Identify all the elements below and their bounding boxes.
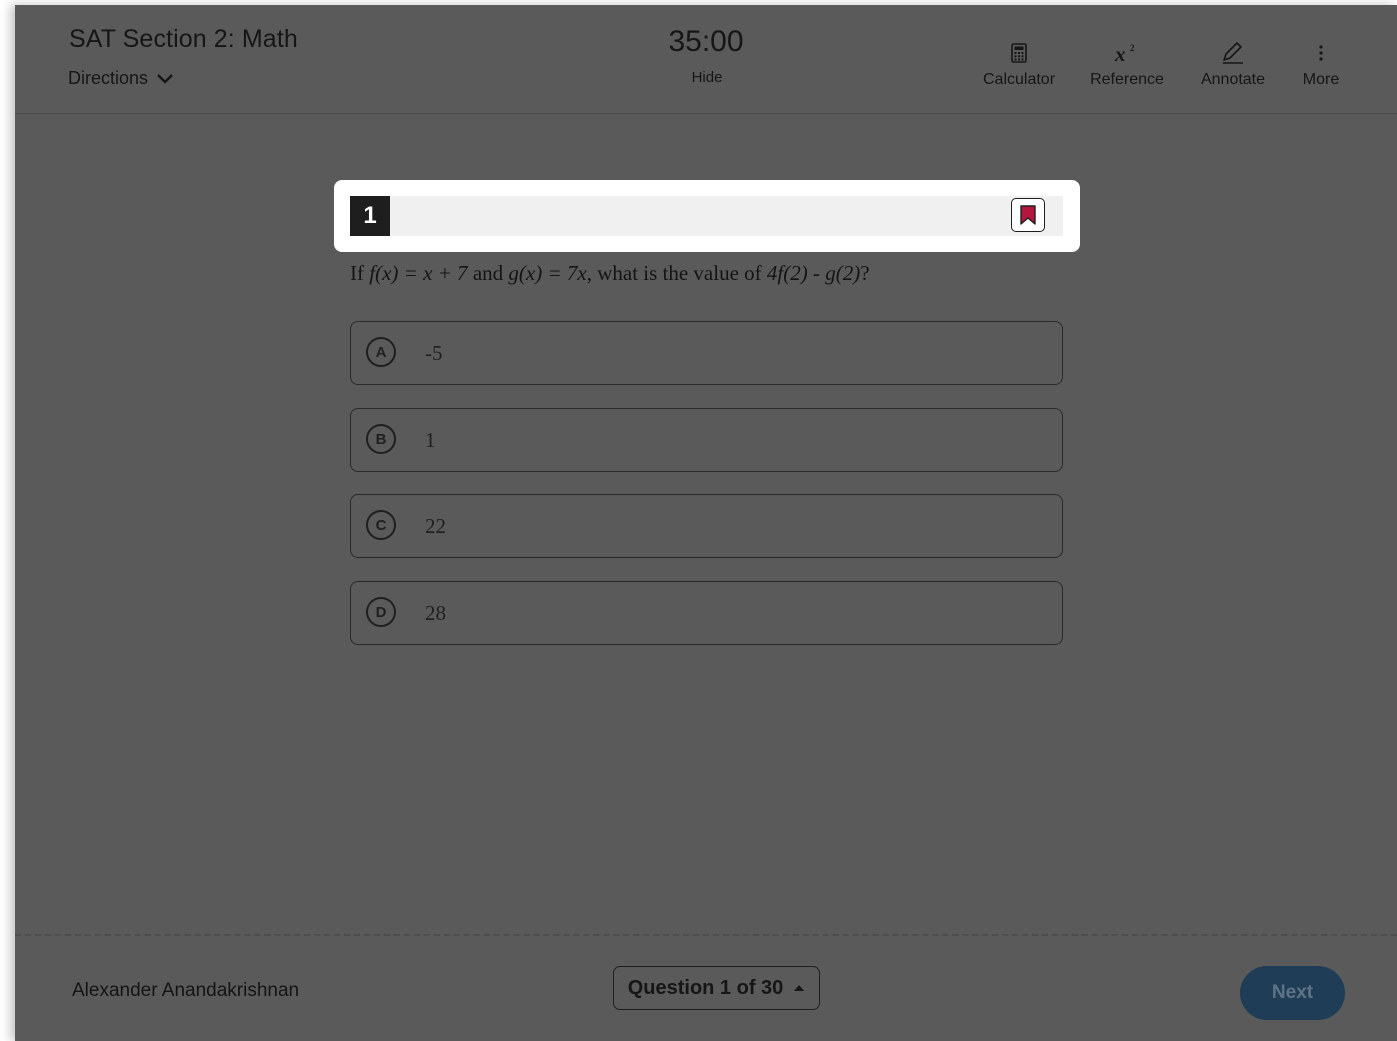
answer-choice-d[interactable]: D 28	[350, 581, 1063, 645]
mark-for-review-button[interactable]	[1011, 198, 1045, 232]
bookmark-icon	[1020, 205, 1036, 225]
student-name: Alexander Anandakrishnan	[72, 980, 300, 1001]
choice-text: 28	[425, 601, 446, 625]
hide-timer-button[interactable]: Hide	[675, 69, 739, 86]
stem-text: , what is the value of	[586, 261, 767, 285]
annotate-button[interactable]: Annotate	[1195, 39, 1271, 89]
more-button[interactable]: More	[1295, 39, 1347, 89]
choice-letter: D	[366, 597, 396, 627]
choice-letter: A	[366, 337, 396, 367]
choice-text: -5	[425, 341, 443, 365]
svg-text:x: x	[1114, 42, 1126, 65]
header: SAT Section 2: Math Directions 35:00 Hid…	[15, 5, 1397, 114]
stem-text: and	[467, 261, 509, 285]
caret-up-icon	[794, 985, 805, 991]
more-vertical-icon	[1319, 45, 1323, 61]
choice-letter: C	[366, 510, 396, 540]
calculator-button[interactable]: Calculator	[977, 39, 1061, 89]
question-header-card: 1	[334, 180, 1080, 252]
calculator-label: Calculator	[982, 71, 1056, 88]
annotate-label: Annotate	[1200, 71, 1266, 88]
question-header-bar: 1	[350, 196, 1063, 236]
stem-text: ?	[860, 261, 870, 285]
directions-label: Directions	[68, 68, 149, 88]
calculator-icon	[1011, 43, 1027, 63]
section-title: SAT Section 2: Math	[69, 25, 298, 53]
answer-choice-c[interactable]: C 22	[350, 494, 1063, 558]
reference-button[interactable]: x 2 Reference	[1087, 39, 1167, 89]
directions-toggle[interactable]: Directions	[68, 68, 174, 89]
stem-target-expression: 4f(2) - g(2)	[766, 261, 861, 285]
svg-text:2: 2	[1130, 43, 1135, 53]
stem-g-expression: g(x) = 7x	[508, 261, 587, 285]
app-frame: SAT Section 2: Math Directions 35:00 Hid…	[15, 5, 1397, 1041]
reference-label: Reference	[1090, 71, 1164, 88]
chevron-down-icon	[157, 73, 173, 84]
footer: Alexander Anandakrishnan Question 1 of 3…	[15, 934, 1397, 1041]
question-navigator-label: Question 1 of 30	[627, 976, 784, 999]
choice-letter: B	[366, 424, 396, 454]
question-navigator-button[interactable]: Question 1 of 30	[613, 966, 820, 1010]
pencil-icon	[1223, 42, 1243, 64]
question-stem: If f(x) = x + 7 and g(x) = 7x, what is t…	[350, 261, 870, 286]
timer: 35:00	[668, 25, 744, 58]
choice-text: 22	[425, 514, 446, 538]
next-button[interactable]: Next	[1240, 966, 1345, 1020]
question-number: 1	[350, 196, 390, 236]
stem-f-expression: f(x) = x + 7	[369, 261, 468, 285]
answer-choice-b[interactable]: B 1	[350, 408, 1063, 472]
more-label: More	[1302, 71, 1340, 88]
choice-text: 1	[425, 428, 436, 452]
stem-text: If	[350, 261, 370, 285]
superscript-icon: x 2	[1114, 42, 1135, 65]
answer-choice-a[interactable]: A -5	[350, 321, 1063, 385]
